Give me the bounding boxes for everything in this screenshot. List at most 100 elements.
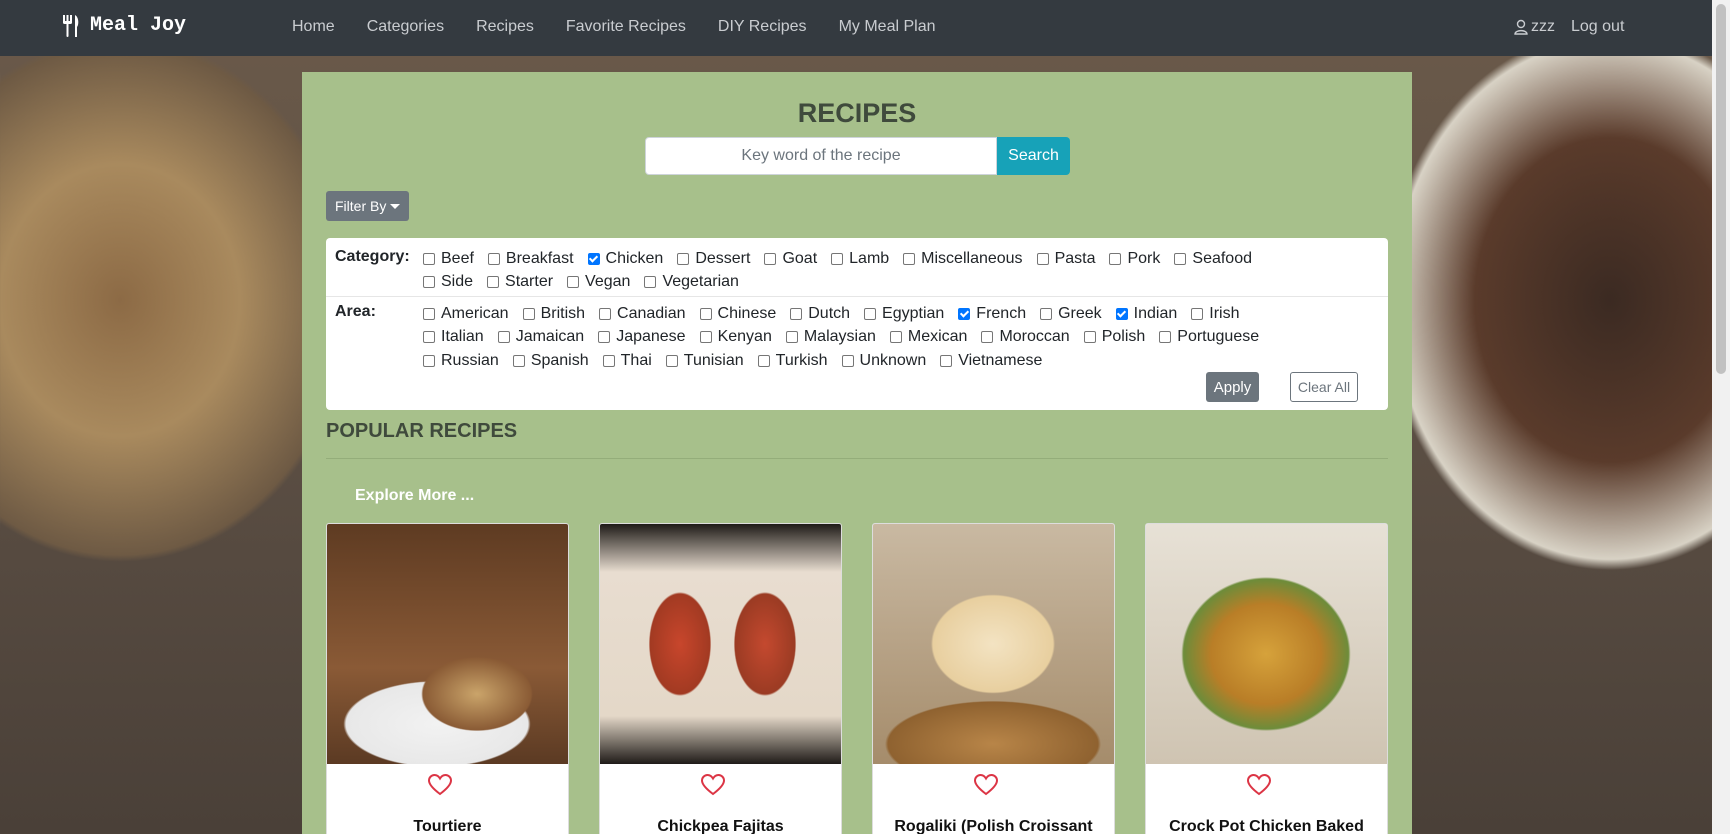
category-checkbox[interactable] <box>1036 252 1049 265</box>
area-checkbox[interactable] <box>981 331 994 344</box>
category-checkbox[interactable] <box>644 276 657 289</box>
recipe-card[interactable]: Tourtiere <box>326 523 569 834</box>
area-option-irish[interactable]: Irish <box>1191 302 1240 326</box>
clear-all-button[interactable]: Clear All <box>1290 372 1358 402</box>
logout-link[interactable]: Log out <box>1571 18 1624 36</box>
recipe-image[interactable] <box>873 524 1114 764</box>
area-checkbox[interactable] <box>497 331 510 344</box>
category-checkbox[interactable] <box>487 252 500 265</box>
area-option-italian[interactable]: Italian <box>423 326 484 350</box>
recipe-image[interactable] <box>1146 524 1387 764</box>
recipe-image[interactable] <box>327 524 568 764</box>
recipe-name[interactable]: Crock Pot Chicken Baked <box>1146 818 1387 834</box>
area-checkbox[interactable] <box>512 354 525 367</box>
category-option-pork[interactable]: Pork <box>1109 247 1160 271</box>
search-input[interactable] <box>645 137 997 175</box>
category-checkbox[interactable] <box>903 252 916 265</box>
user-menu[interactable]: zzz <box>1514 18 1555 36</box>
area-checkbox[interactable] <box>423 331 435 344</box>
area-checkbox[interactable] <box>423 354 435 367</box>
area-option-american[interactable]: American <box>423 302 509 326</box>
area-checkbox[interactable] <box>699 307 712 320</box>
area-checkbox[interactable] <box>940 354 953 367</box>
area-checkbox[interactable] <box>598 331 611 344</box>
area-checkbox[interactable] <box>665 354 678 367</box>
brand-link[interactable]: Meal Joy <box>62 14 186 37</box>
area-option-unknown[interactable]: Unknown <box>841 349 926 373</box>
area-option-portuguese[interactable]: Portuguese <box>1159 326 1259 350</box>
area-checkbox[interactable] <box>602 354 615 367</box>
heart-icon[interactable] <box>701 774 725 796</box>
recipe-name[interactable]: Tourtiere <box>327 818 568 834</box>
scrollbar-thumb[interactable] <box>1716 4 1726 374</box>
area-option-vietnamese[interactable]: Vietnamese <box>940 349 1042 373</box>
category-checkbox[interactable] <box>764 252 777 265</box>
area-checkbox[interactable] <box>1083 331 1096 344</box>
filter-by-button[interactable]: Filter By <box>326 191 410 221</box>
page-scrollbar[interactable] <box>1712 0 1730 834</box>
area-checkbox[interactable] <box>757 354 770 367</box>
area-checkbox[interactable] <box>599 307 612 320</box>
area-option-dutch[interactable]: Dutch <box>790 302 850 326</box>
recipe-card[interactable]: Crock Pot Chicken Baked <box>1145 523 1388 834</box>
area-option-japanese[interactable]: Japanese <box>598 326 686 350</box>
area-option-greek[interactable]: Greek <box>1040 302 1102 326</box>
area-checkbox[interactable] <box>785 331 798 344</box>
area-option-british[interactable]: British <box>522 302 585 326</box>
area-option-kenyan[interactable]: Kenyan <box>699 326 772 350</box>
area-option-russian[interactable]: Russian <box>423 349 499 373</box>
area-checkbox[interactable] <box>889 331 902 344</box>
category-checkbox[interactable] <box>677 252 690 265</box>
area-option-tunisian[interactable]: Tunisian <box>665 349 744 373</box>
area-checkbox[interactable] <box>864 307 877 320</box>
category-option-goat[interactable]: Goat <box>764 247 817 271</box>
nav-link-recipes[interactable]: Recipes <box>476 18 534 36</box>
category-option-chicken[interactable]: Chicken <box>587 247 663 271</box>
area-checkbox[interactable] <box>790 307 803 320</box>
category-checkbox[interactable] <box>831 252 844 265</box>
area-checkbox[interactable] <box>699 331 712 344</box>
area-option-egyptian[interactable]: Egyptian <box>864 302 944 326</box>
nav-link-my-meal-plan[interactable]: My Meal Plan <box>839 18 936 36</box>
category-checkbox[interactable] <box>423 276 435 289</box>
category-checkbox[interactable] <box>1174 252 1187 265</box>
area-option-chinese[interactable]: Chinese <box>699 302 776 326</box>
area-option-turkish[interactable]: Turkish <box>757 349 828 373</box>
category-checkbox[interactable] <box>423 252 435 265</box>
nav-link-favorite-recipes[interactable]: Favorite Recipes <box>566 18 686 36</box>
area-option-jamaican[interactable]: Jamaican <box>497 326 584 350</box>
area-option-spanish[interactable]: Spanish <box>512 349 589 373</box>
category-checkbox[interactable] <box>1109 252 1122 265</box>
area-checkbox[interactable] <box>1159 331 1172 344</box>
category-option-seafood[interactable]: Seafood <box>1174 247 1252 271</box>
category-option-pasta[interactable]: Pasta <box>1036 247 1095 271</box>
area-checkbox[interactable] <box>1040 307 1053 320</box>
area-option-indian[interactable]: Indian <box>1115 302 1177 326</box>
recipe-name[interactable]: Chickpea Fajitas <box>600 818 841 834</box>
category-checkbox[interactable] <box>487 276 500 289</box>
category-option-miscellaneous[interactable]: Miscellaneous <box>903 247 1023 271</box>
recipe-name[interactable]: Rogaliki (Polish Croissant <box>873 818 1114 834</box>
area-option-polish[interactable]: Polish <box>1083 326 1145 350</box>
category-checkbox[interactable] <box>567 276 580 289</box>
category-option-side[interactable]: Side <box>423 271 473 295</box>
area-checkbox[interactable] <box>958 307 971 320</box>
category-option-vegan[interactable]: Vegan <box>567 271 630 295</box>
heart-icon[interactable] <box>1247 774 1271 796</box>
category-option-dessert[interactable]: Dessert <box>677 247 750 271</box>
recipe-card[interactable]: Rogaliki (Polish Croissant <box>872 523 1115 834</box>
area-checkbox[interactable] <box>522 307 535 320</box>
heart-icon[interactable] <box>974 774 998 796</box>
category-option-vegetarian[interactable]: Vegetarian <box>644 271 739 295</box>
heart-icon[interactable] <box>428 774 452 796</box>
area-checkbox[interactable] <box>841 354 854 367</box>
area-checkbox[interactable] <box>1115 307 1128 320</box>
apply-button[interactable]: Apply <box>1206 372 1259 402</box>
nav-link-diy-recipes[interactable]: DIY Recipes <box>718 18 807 36</box>
category-checkbox[interactable] <box>587 252 600 265</box>
category-option-lamb[interactable]: Lamb <box>831 247 889 271</box>
nav-link-home[interactable]: Home <box>292 18 335 36</box>
area-option-malaysian[interactable]: Malaysian <box>785 326 876 350</box>
explore-more-link[interactable]: Explore More ... <box>355 487 474 505</box>
area-option-french[interactable]: French <box>958 302 1026 326</box>
